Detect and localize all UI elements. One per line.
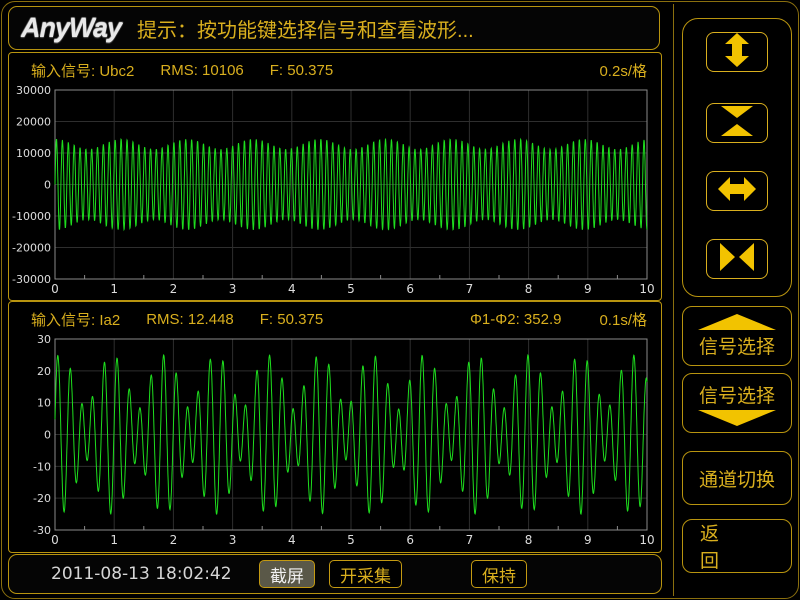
chart2-rms: RMS: 12.448 [146,311,234,328]
svg-text:0: 0 [51,533,59,547]
compress-horizontal-icon [717,241,757,278]
svg-text:7: 7 [466,282,474,296]
triangle-up-icon [698,314,776,330]
chart2-plot: 0 1 2 3 4 5 6 7 8 9 10 30 20 10 0 -10 -20 -30 [9,334,659,549]
chart2-header: 输入信号: Ia2 RMS: 12.448 F: 50.375 Φ1-Φ2: 3… [9,302,661,334]
datetime-display: 2011-08-13 18:02:42 [51,564,232,584]
title-bar: AnyWay 提示：按功能键选择信号和查看波形... [8,6,660,50]
svg-text:3: 3 [229,282,237,296]
svg-text:6: 6 [406,533,414,547]
expand-horizontal-button[interactable] [706,171,768,211]
svg-text:20: 20 [37,365,51,378]
svg-text:10: 10 [37,397,51,410]
start-collect-button[interactable]: 开采集 [329,560,402,588]
svg-text:-20000: -20000 [12,242,51,255]
svg-text:2: 2 [170,282,178,296]
chart2-timebase: 0.1s/格 [599,309,647,330]
svg-text:6: 6 [406,282,414,296]
svg-text:9: 9 [584,533,592,547]
status-bar: 2011-08-13 18:02:42 截屏 开采集 保持 [8,554,662,594]
svg-text:-30: -30 [33,524,51,537]
svg-text:20000: 20000 [16,116,51,129]
svg-text:9: 9 [584,282,592,296]
svg-text:30000: 30000 [16,85,51,97]
signal-select-down-button[interactable]: 信号选择 [682,373,792,433]
svg-text:10000: 10000 [16,147,51,160]
hold-button[interactable]: 保持 [471,560,527,588]
svg-text:10: 10 [639,282,654,296]
chart1-signal-label: 输入信号: Ubc2 [31,60,134,81]
chart2-frequency: F: 50.375 [260,311,323,328]
svg-text:0: 0 [44,429,51,442]
waveform-panel-current: 输入信号: Ia2 RMS: 12.448 F: 50.375 Φ1-Φ2: 3… [8,301,662,553]
svg-text:4: 4 [288,282,296,296]
compress-horizontal-button[interactable] [706,239,768,279]
back-button[interactable]: 返 回 [682,519,792,573]
svg-text:3: 3 [229,533,237,547]
channel-switch-button[interactable]: 通道切换 [682,451,792,505]
svg-text:0: 0 [44,179,51,192]
compress-vertical-button[interactable] [706,103,768,143]
chart1-timebase: 0.2s/格 [599,60,647,81]
brand-logo: AnyWay [21,13,121,44]
waveform-panel-voltage: 输入信号: Ubc2 RMS: 10106 F: 50.375 0.2s/格 0… [8,52,662,301]
svg-text:4: 4 [288,533,296,547]
svg-text:-20: -20 [33,492,51,505]
svg-text:1: 1 [110,533,118,547]
screenshot-button[interactable]: 截屏 [259,560,315,588]
expand-vertical-button[interactable] [706,32,768,72]
svg-text:-10: -10 [33,460,51,473]
signal-select-up-label: 信号选择 [699,332,775,359]
svg-text:0: 0 [51,282,59,296]
channel-switch-label: 通道切换 [699,465,775,492]
signal-select-up-button[interactable]: 信号选择 [682,306,792,366]
svg-text:-10000: -10000 [12,210,51,223]
chart1-header: 输入信号: Ubc2 RMS: 10106 F: 50.375 0.2s/格 [9,53,661,85]
expand-horizontal-icon [717,174,757,209]
triangle-down-icon [698,410,776,426]
chart1-frequency: F: 50.375 [270,62,333,79]
chart2-phase-difference: Φ1-Φ2: 352.9 [470,311,562,328]
back-label: 返 回 [700,519,774,573]
svg-text:5: 5 [347,533,355,547]
expand-vertical-icon [719,32,755,73]
svg-text:1: 1 [110,282,118,296]
svg-text:10: 10 [639,533,654,547]
waveform-zoom-group [682,18,792,297]
chart1-rms: RMS: 10106 [160,62,243,79]
hint-message: 提示：按功能键选择信号和查看波形... [137,14,474,43]
svg-text:7: 7 [466,533,474,547]
svg-text:-30000: -30000 [12,273,51,286]
svg-text:2: 2 [170,533,178,547]
compress-vertical-icon [717,103,757,144]
chart2-signal-label: 输入信号: Ia2 [31,309,120,330]
svg-text:8: 8 [525,533,533,547]
svg-text:30: 30 [37,334,51,346]
svg-text:8: 8 [525,282,533,296]
signal-select-down-label: 信号选择 [699,381,775,408]
chart1-plot: 0 1 2 3 4 5 6 7 8 9 10 30000 20000 10000 0 -10000 -20000… [9,85,659,298]
svg-text:5: 5 [347,282,355,296]
right-panel-divider [673,4,674,596]
